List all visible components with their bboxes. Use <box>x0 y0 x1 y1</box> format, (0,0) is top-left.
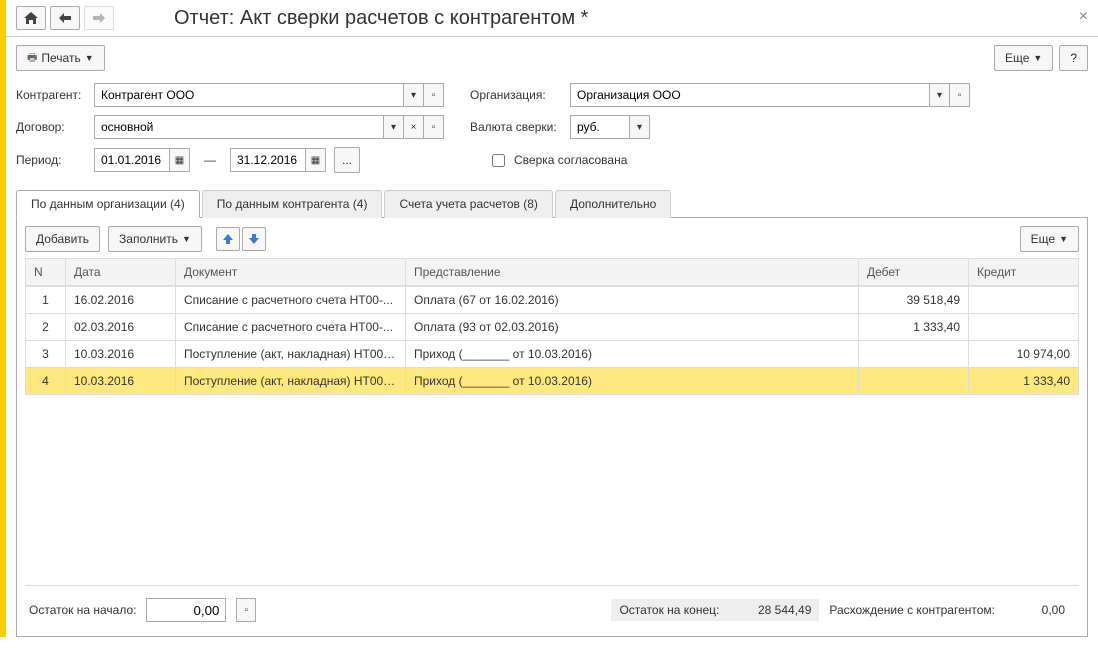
contract-input[interactable] <box>94 115 384 139</box>
grid-more-button[interactable]: Еще ▼ <box>1020 226 1079 252</box>
period-from-input[interactable] <box>94 148 170 172</box>
table-row[interactable]: 202.03.2016Списание с расчетного счета Н… <box>26 314 1079 341</box>
chevron-down-icon: ▼ <box>182 234 191 244</box>
table-row[interactable]: 310.03.2016Поступление (акт, накладная) … <box>26 341 1079 368</box>
tab-3[interactable]: Дополнительно <box>555 190 671 218</box>
tab-1[interactable]: По данным контрагента (4) <box>202 190 383 218</box>
print-button[interactable]: 🖶 Печать ▼ <box>16 45 105 71</box>
balance-start-label: Остаток на начало: <box>29 603 136 617</box>
page-title: Отчет: Акт сверки расчетов с контрагенто… <box>174 7 588 30</box>
table-row[interactable]: 410.03.2016Поступление (акт, накладная) … <box>26 368 1079 395</box>
counterparty-input[interactable] <box>94 83 404 107</box>
printer-icon: 🖶 <box>27 49 37 68</box>
open-icon[interactable]: ▫ <box>236 598 256 622</box>
diff-value: 0,00 <box>1005 603 1065 617</box>
diff-label: Расхождение с контрагентом: <box>829 603 995 617</box>
fill-button[interactable]: Заполнить ▼ <box>108 226 202 252</box>
currency-label: Валюта сверки: <box>470 120 562 134</box>
col-debit[interactable]: Дебет <box>859 259 969 286</box>
chevron-down-icon: ▼ <box>1033 53 1042 63</box>
close-icon[interactable]: × <box>1079 8 1088 26</box>
period-label: Период: <box>16 153 86 167</box>
dropdown-icon[interactable]: ▾ <box>404 83 424 107</box>
col-representation[interactable]: Представление <box>406 259 859 286</box>
chevron-down-icon: ▼ <box>1059 234 1068 244</box>
contract-label: Договор: <box>16 120 86 134</box>
tab-2[interactable]: Счета учета расчетов (8) <box>384 190 552 218</box>
chevron-down-icon: ▼ <box>85 53 94 63</box>
move-up-button[interactable] <box>216 227 240 251</box>
org-label: Организация: <box>470 88 562 102</box>
table-row[interactable]: 116.02.2016Списание с расчетного счета Н… <box>26 287 1079 314</box>
balance-end-block: Остаток на конец: 28 544,49 <box>611 599 819 621</box>
home-button[interactable] <box>16 6 46 30</box>
period-to-input[interactable] <box>230 148 306 172</box>
col-n[interactable]: N <box>26 259 66 286</box>
reconciled-checkbox[interactable] <box>492 154 505 167</box>
add-button[interactable]: Добавить <box>25 226 100 252</box>
forward-button[interactable] <box>84 6 114 30</box>
move-down-button[interactable] <box>242 227 266 251</box>
balance-start-input[interactable] <box>146 598 226 622</box>
table-header: N Дата Документ Представление Дебет Кред… <box>26 259 1079 286</box>
open-icon[interactable]: ▫ <box>950 83 970 107</box>
col-date[interactable]: Дата <box>66 259 176 286</box>
clear-icon[interactable]: × <box>404 115 424 139</box>
back-button[interactable] <box>50 6 80 30</box>
tab-0[interactable]: По данным организации (4) <box>16 190 200 218</box>
open-icon[interactable]: ▫ <box>424 83 444 107</box>
org-input[interactable] <box>570 83 930 107</box>
dropdown-icon[interactable]: ▾ <box>384 115 404 139</box>
calendar-icon[interactable]: ▦ <box>170 148 190 172</box>
period-select-button[interactable]: ... <box>334 147 360 173</box>
reconciled-label: Сверка согласована <box>514 153 627 167</box>
more-button[interactable]: Еще ▼ <box>994 45 1053 71</box>
col-document[interactable]: Документ <box>176 259 406 286</box>
currency-input[interactable] <box>570 115 630 139</box>
counterparty-label: Контрагент: <box>16 88 86 102</box>
dropdown-icon[interactable]: ▾ <box>930 83 950 107</box>
col-credit[interactable]: Кредит <box>969 259 1079 286</box>
help-button[interactable]: ? <box>1059 45 1088 71</box>
dropdown-icon[interactable]: ▾ <box>630 115 650 139</box>
open-icon[interactable]: ▫ <box>424 115 444 139</box>
calendar-icon[interactable]: ▦ <box>306 148 326 172</box>
